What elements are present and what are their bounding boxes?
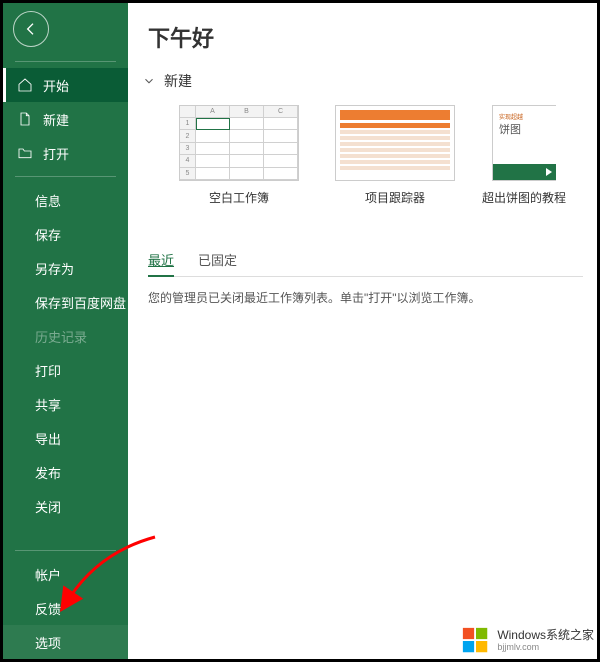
document-icon — [17, 111, 33, 127]
sidebar-item-print[interactable]: 打印 — [3, 353, 128, 387]
sidebar-item-new[interactable]: 新建 — [3, 102, 128, 136]
sidebar-home-label: 开始 — [43, 76, 69, 95]
backstage-content: 下午好 新建 ABC 1 2 3 4 5 空白工作簿 — [128, 3, 597, 659]
template-thumb-pie: 实现超越 饼图 — [492, 105, 556, 181]
sidebar-item-info[interactable]: 信息 — [3, 183, 128, 217]
recent-disabled-message: 您的管理员已关闭最近工作簿列表。单击"打开"以浏览工作簿。 — [148, 289, 583, 306]
sidebar-item-options[interactable]: 选项 — [3, 625, 128, 659]
sidebar-item-save-baidu[interactable]: 保存到百度网盘 — [3, 285, 128, 319]
sidebar-item-share[interactable]: 共享 — [3, 387, 128, 421]
template-label: 项目跟踪器 — [365, 189, 425, 206]
sidebar-new-label: 新建 — [43, 110, 69, 129]
template-project-tracker[interactable]: 项目跟踪器 — [326, 105, 464, 206]
sidebar-open-label: 打开 — [43, 144, 69, 163]
tab-recent[interactable]: 最近 — [148, 246, 174, 277]
folder-icon — [17, 145, 33, 161]
template-label: 超出饼图的教程 — [482, 189, 566, 206]
page-title: 下午好 — [148, 21, 583, 53]
sidebar-item-save[interactable]: 保存 — [3, 217, 128, 251]
sidebar-item-home[interactable]: 开始 — [3, 68, 128, 102]
watermark: Windows系统之家 bjjmlv.com — [461, 626, 594, 656]
back-button[interactable] — [13, 11, 49, 47]
new-section-label: 新建 — [164, 71, 192, 91]
sidebar-item-history: 历史记录 — [3, 319, 128, 353]
sidebar-item-account[interactable]: 帐户 — [3, 557, 128, 591]
sidebar-item-export[interactable]: 导出 — [3, 421, 128, 455]
watermark-sub: bjjmlv.com — [497, 643, 594, 653]
chevron-down-icon — [142, 74, 156, 88]
template-pie-tutorial[interactable]: 实现超越 饼图 超出饼图的教程 — [482, 105, 566, 206]
watermark-title: Windows系统之家 — [497, 629, 594, 642]
sidebar-item-publish[interactable]: 发布 — [3, 455, 128, 489]
template-thumb-tracker — [335, 105, 455, 181]
sidebar-item-saveas[interactable]: 另存为 — [3, 251, 128, 285]
template-gallery: ABC 1 2 3 4 5 空白工作簿 — [170, 105, 583, 206]
template-blank-workbook[interactable]: ABC 1 2 3 4 5 空白工作簿 — [170, 105, 308, 206]
sidebar-item-feedback[interactable]: 反馈 — [3, 591, 128, 625]
template-thumb-blank: ABC 1 2 3 4 5 — [179, 105, 299, 181]
tab-pinned[interactable]: 已固定 — [198, 246, 237, 276]
windows-logo-icon — [461, 626, 491, 656]
recent-tabs: 最近 已固定 — [148, 246, 583, 277]
sidebar-item-close[interactable]: 关闭 — [3, 489, 128, 523]
template-label: 空白工作簿 — [209, 189, 269, 206]
new-section-header[interactable]: 新建 — [142, 71, 583, 91]
home-icon — [17, 77, 33, 93]
backstage-sidebar: 开始 新建 打开 信息 保存 另存为 保存到百度网盘 历史记录 打印 共享 导出… — [3, 3, 128, 659]
sidebar-item-open[interactable]: 打开 — [3, 136, 128, 170]
